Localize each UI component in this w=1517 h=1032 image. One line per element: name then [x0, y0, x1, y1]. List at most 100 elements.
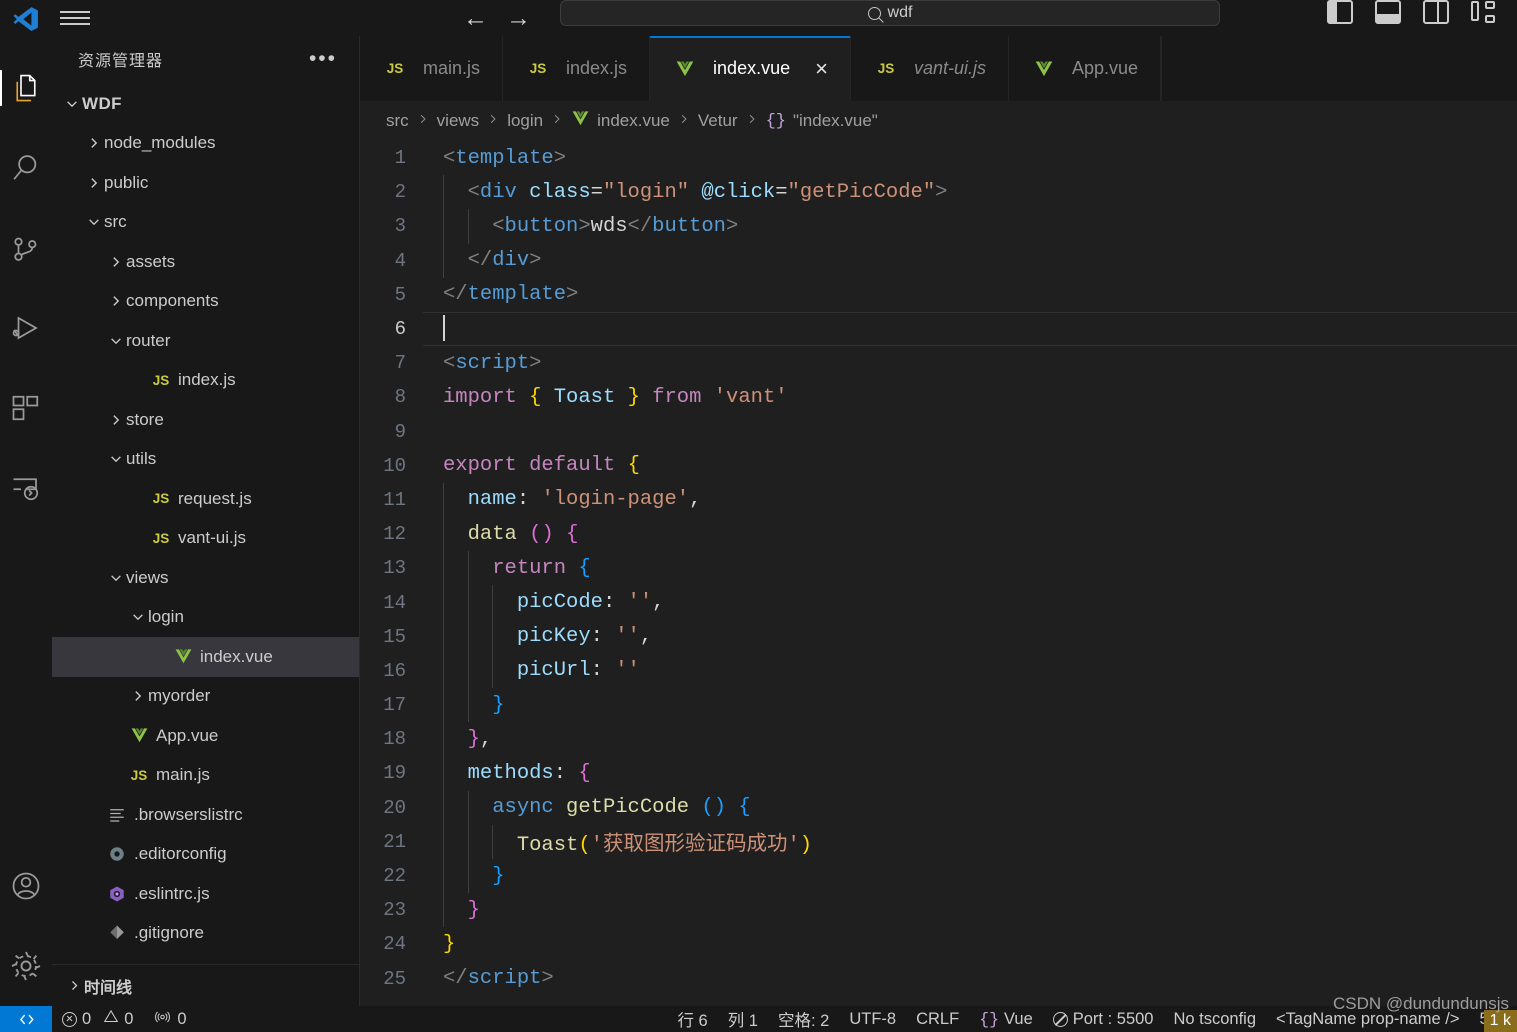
tree-item--eslintrc-js[interactable]: .eslintrc.js [52, 874, 359, 914]
tab-file-icon: JS [525, 61, 551, 76]
tab-index-js[interactable]: JS index.js [503, 36, 651, 101]
indent-guide [443, 858, 444, 894]
tree-item-vant-ui-js[interactable]: JS vant-ui.js [52, 519, 359, 559]
tree-item-label: myorder [148, 686, 211, 706]
tab-label: main.js [423, 58, 481, 78]
tab-main-js[interactable]: JS main.js [360, 36, 504, 101]
code-line: 7 <script> [360, 346, 1517, 380]
breadcrumb-item[interactable]: Vetur [698, 111, 738, 131]
tree-item-public[interactable]: public [52, 163, 359, 203]
tab-index-vue[interactable]: index.vue × [650, 36, 851, 101]
sidebar-item-explorer[interactable] [0, 48, 52, 128]
status-eol[interactable]: CRLF [906, 1010, 969, 1029]
status-encoding[interactable]: UTF-8 [839, 1010, 906, 1029]
tree-item--editorconfig[interactable]: .editorconfig [52, 835, 359, 875]
sidebar-item-run-debug[interactable] [0, 288, 52, 368]
tree-item-app-vue[interactable]: App.vue [52, 716, 359, 756]
status-indentation[interactable]: 空格: 2 [768, 1007, 839, 1031]
tree-item-views[interactable]: views [52, 558, 359, 598]
sidebar-item-search[interactable] [0, 128, 52, 208]
sidebar-item-source-control[interactable] [0, 208, 52, 288]
breadcrumb-item[interactable]: views [437, 111, 480, 131]
tree-item--browserslistrc[interactable]: .browserslistrc [52, 795, 359, 835]
list-icon [110, 808, 124, 822]
tree-item-wdf[interactable]: WDF [52, 84, 359, 124]
tab-app-vue[interactable]: App.vue [1009, 36, 1162, 101]
tree-item-store[interactable]: store [52, 400, 359, 440]
tree-item-index-js[interactable]: JS index.js [52, 361, 359, 401]
tree-item-request-js[interactable]: JS request.js [52, 479, 359, 519]
forward-arrow-icon[interactable]: → [506, 5, 531, 31]
timeline-label: 时间线 [84, 979, 133, 997]
status-language[interactable]: {} Vue [969, 1010, 1043, 1029]
sidebar-item-accounts[interactable] [0, 846, 52, 926]
tab-label: index.vue [713, 58, 791, 78]
warning-count: 0 [124, 1009, 134, 1028]
braces-icon: {} [979, 1009, 999, 1029]
breadcrumb-item[interactable]: index.vue [571, 109, 670, 133]
code-text: }, [467, 727, 493, 751]
line-number: 19 [383, 762, 406, 785]
tree-item-label: .eslintrc.js [134, 883, 210, 903]
status-tsconfig[interactable]: No tsconfig [1163, 1010, 1266, 1029]
tree-item-login[interactable]: login [52, 598, 359, 638]
tree-item-index-vue[interactable]: index.vue [52, 637, 359, 677]
code-line: 17 } [360, 688, 1517, 723]
tree-item-node-modules[interactable]: node_modules [52, 124, 359, 164]
tree-item-src[interactable]: src [52, 203, 359, 243]
breadcrumb-item[interactable]: login [507, 111, 543, 131]
tree-item-myorder[interactable]: myorder [52, 677, 359, 717]
toggle-secondary-sidebar-icon[interactable] [1423, 0, 1449, 24]
line-number: 23 [383, 899, 406, 922]
code-line: 13 return { [360, 551, 1517, 586]
timeline-section[interactable]: 时间线 [52, 964, 359, 1006]
breadcrumb-item[interactable]: src [386, 111, 409, 131]
tab-close-icon[interactable]: × [815, 57, 828, 80]
code-line: 5 </template> [360, 278, 1517, 312]
file-type-icon [104, 924, 130, 942]
back-arrow-icon[interactable]: ← [463, 5, 488, 31]
breadcrumb-label: login [507, 111, 544, 130]
more-actions-icon[interactable]: ••• [309, 48, 337, 69]
tree-item-utils[interactable]: utils [52, 440, 359, 480]
command-center-search[interactable]: wdf [560, 0, 1220, 26]
tree-item-main-js[interactable]: JS main.js [52, 756, 359, 796]
tree-item--gitignore[interactable]: .gitignore [52, 914, 359, 954]
status-ports[interactable]: 0 [143, 1009, 196, 1030]
status-zoom[interactable]: 1 k [1483, 1010, 1517, 1032]
status-line[interactable]: 行 6 [667, 1007, 717, 1031]
sidebar-item-manage[interactable] [0, 926, 52, 1006]
status-column[interactable]: 列 1 [718, 1007, 768, 1031]
code-line: 24} [360, 927, 1517, 961]
toggle-primary-sidebar-icon[interactable] [1327, 0, 1353, 24]
indent-guide [443, 517, 444, 552]
tree-item-label: index.vue [200, 646, 273, 666]
indent-guide [443, 756, 444, 791]
menu-hamburger-icon[interactable] [52, 0, 98, 36]
chevron-down-icon [133, 614, 143, 621]
tree-item-router[interactable]: router [52, 321, 359, 361]
indent-guide [443, 619, 444, 654]
code-text: </div> [443, 249, 542, 273]
tree-item-components[interactable]: components [52, 282, 359, 322]
tree-item-label: utils [126, 449, 157, 469]
chevron-down-icon [111, 575, 121, 581]
tab-vant-ui-js[interactable]: JS vant-ui.js [850, 36, 1009, 101]
tree-item-label: vant-ui.js [178, 528, 247, 548]
line-number: 9 [394, 420, 406, 443]
breadcrumb-item[interactable]: {} "index.vue" [766, 111, 878, 131]
indent-guide [443, 209, 444, 244]
customize-layout-icon[interactable] [1471, 0, 1495, 24]
chevron-down-icon [106, 452, 126, 466]
sidebar-item-extensions[interactable] [0, 368, 52, 448]
code-editor[interactable]: 1 <template> 2 <div class="login" @click="… [360, 141, 1517, 1006]
status-problems[interactable]: 0 0 [52, 1009, 143, 1029]
sidebar-item-remote[interactable] [0, 448, 52, 528]
status-port[interactable]: Port : 5500 [1043, 1010, 1164, 1029]
tree-item-assets[interactable]: assets [52, 242, 359, 282]
status-tagname[interactable]: <TagName prop-name /> [1266, 1010, 1469, 1029]
remote-indicator[interactable] [0, 1006, 52, 1032]
line-number: 13 [383, 557, 406, 580]
toggle-panel-icon[interactable] [1375, 0, 1401, 24]
code-line: 14 picCode: '', [360, 585, 1517, 620]
